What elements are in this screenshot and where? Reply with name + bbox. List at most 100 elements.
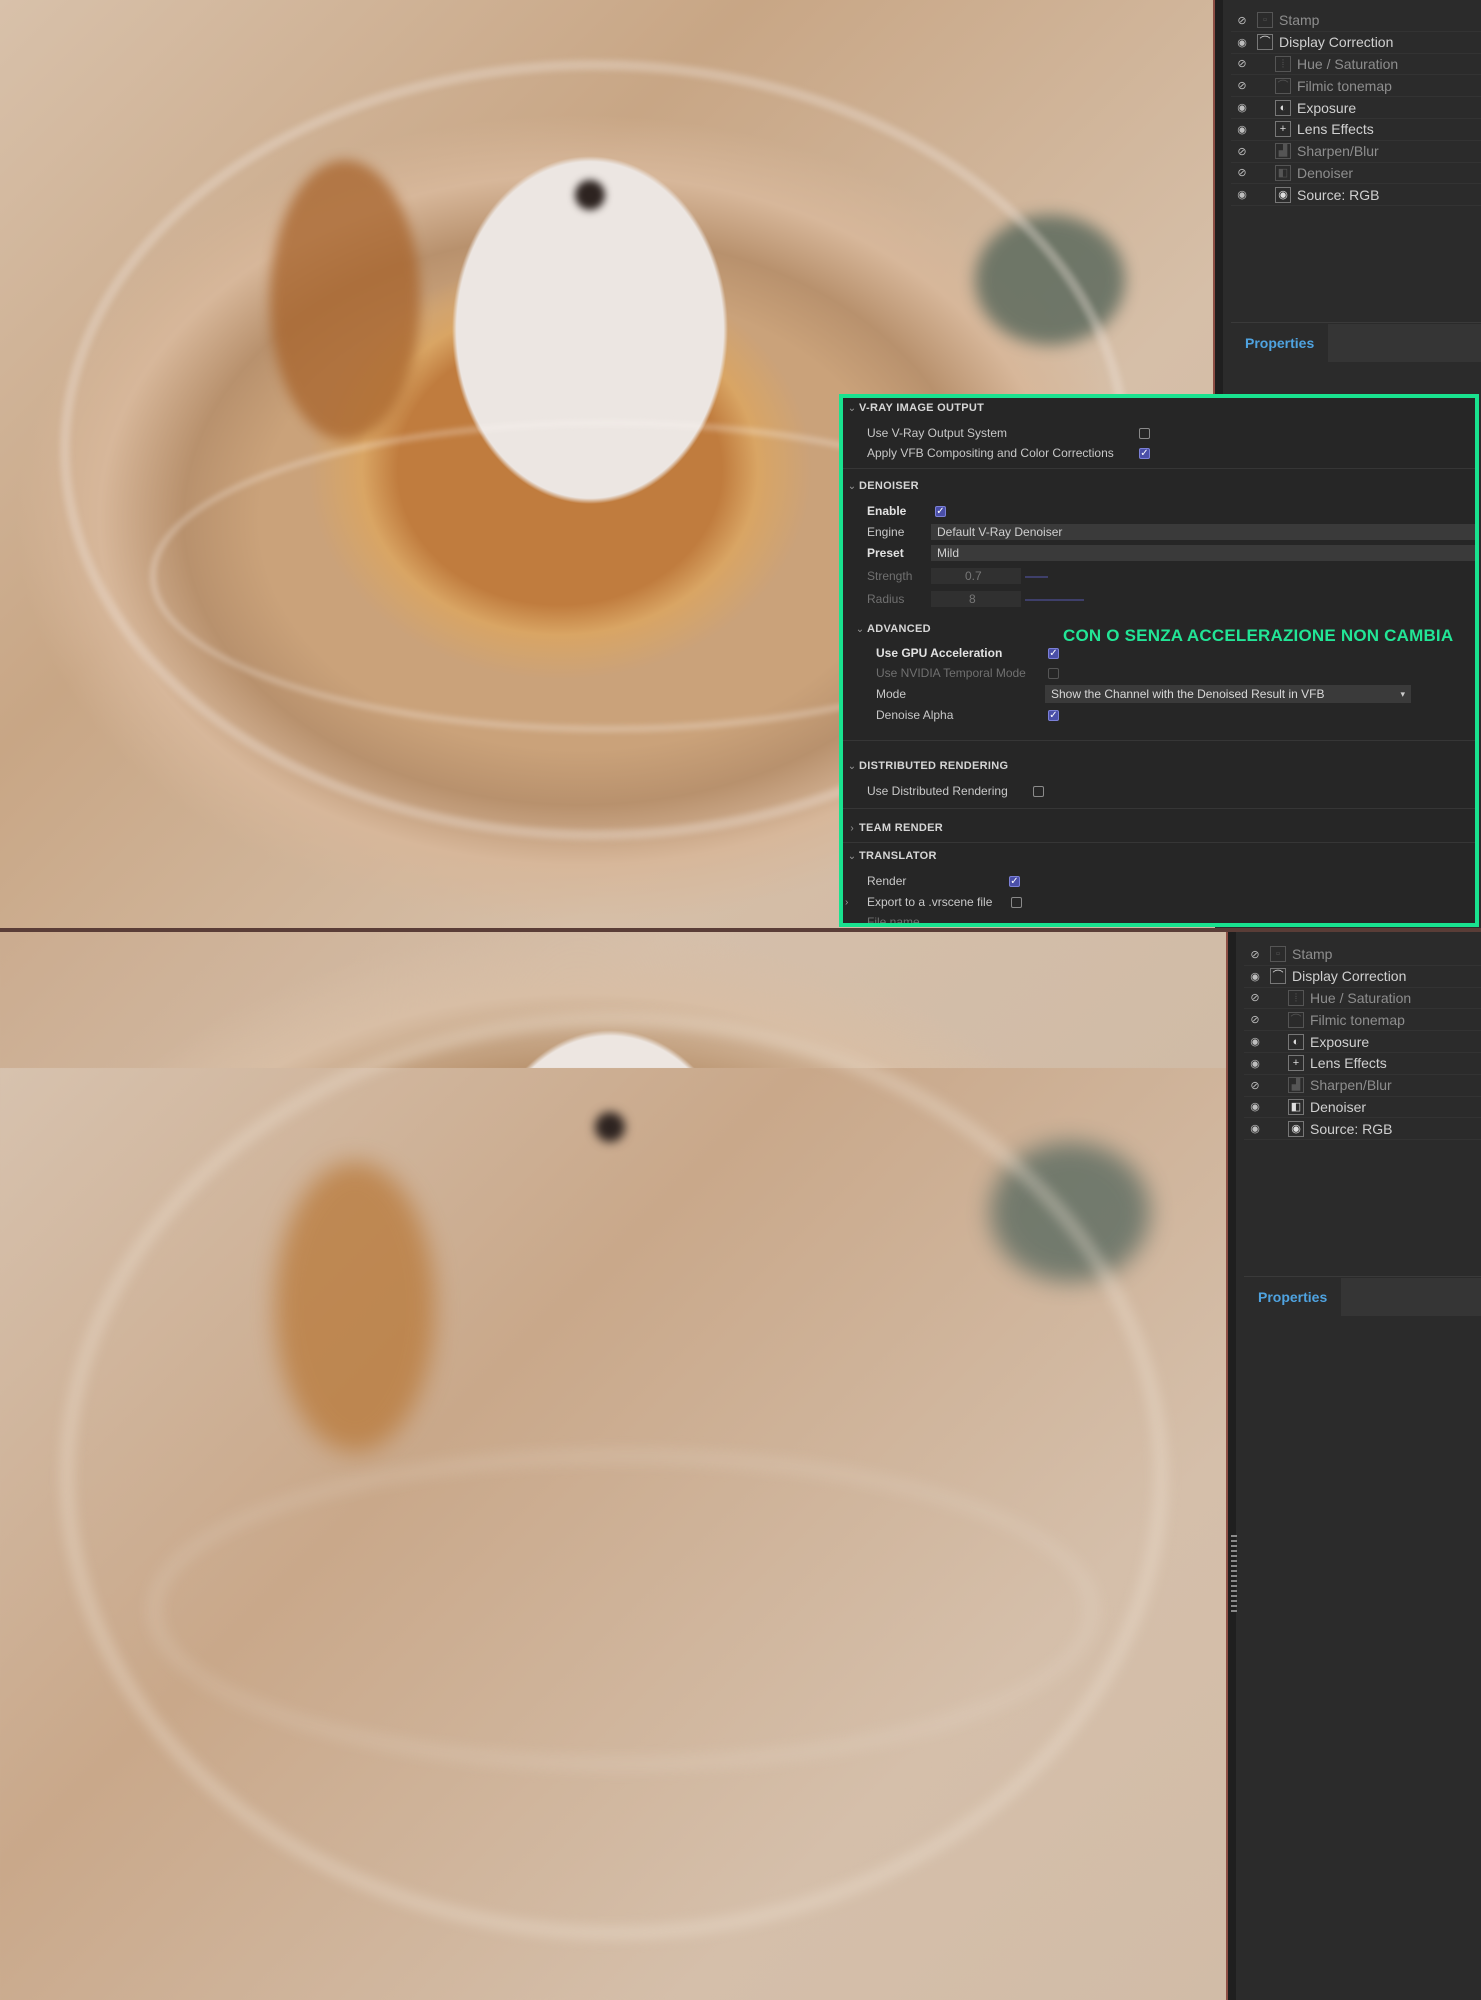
sharpen-icon: ▟ [1275, 143, 1291, 160]
panel-resize-grip[interactable] [1231, 1535, 1237, 1615]
eye-off-icon[interactable]: ⊘ [1231, 166, 1253, 179]
eye-off-icon[interactable]: ⊘ [1244, 1013, 1266, 1026]
eye-off-icon[interactable]: ⊘ [1244, 991, 1266, 1004]
row-use-distributed: Use Distributed Rendering [843, 781, 1475, 801]
layer-item[interactable]: ◉ ◧ Denoiser [1244, 1097, 1481, 1119]
layer-item[interactable]: ⊘ ▫ Stamp [1244, 944, 1481, 966]
mode-label: Mode [876, 687, 907, 701]
denoise-alpha-checkbox[interactable]: ✓ [1048, 709, 1059, 721]
eye-off-icon[interactable]: ⊘ [1244, 948, 1266, 961]
chevron-right-icon[interactable]: › [845, 897, 867, 908]
properties-tab[interactable]: Properties [1244, 1289, 1341, 1305]
eye-icon[interactable]: ◉ [1244, 1122, 1266, 1135]
curve-icon: ⌒ [1257, 34, 1273, 51]
layer-item[interactable]: ◉ ⌒ Display Correction [1231, 32, 1481, 54]
mode-dropdown[interactable]: Show the Channel with the Denoised Resul… [1045, 685, 1411, 703]
layer-item[interactable]: ⊘ ⦙ Hue / Saturation [1231, 54, 1481, 76]
divider [843, 842, 1475, 843]
chevron-down-icon: ⌄ [847, 850, 857, 862]
eye-icon[interactable]: ◉ [1244, 970, 1266, 983]
eye-off-icon[interactable]: ⊘ [1231, 145, 1253, 158]
layer-item[interactable]: ◉ ◉ Source: RGB [1231, 184, 1481, 207]
strength-field[interactable]: 0.7 [931, 568, 1021, 584]
plus-icon: + [1275, 121, 1291, 138]
bars-icon: ⦙ [1275, 55, 1291, 72]
enable-checkbox[interactable]: ✓ [935, 505, 946, 517]
gpu-acceleration-checkbox[interactable]: ✓ [1048, 647, 1059, 659]
layer-label: Denoiser [1297, 164, 1354, 181]
layer-label: Exposure [1297, 99, 1357, 116]
layer-item[interactable]: ◉ ◐ Exposure [1244, 1031, 1481, 1053]
denoiser-icon: ◧ [1288, 1098, 1304, 1115]
layer-label: Stamp [1279, 12, 1320, 29]
preset-label: Preset [867, 546, 904, 560]
plus-icon: + [1288, 1055, 1304, 1072]
exposure-icon: ◐ [1275, 99, 1291, 116]
use-distributed-checkbox[interactable] [1033, 785, 1044, 797]
mode-selected-value: Show the Channel with the Denoised Resul… [1051, 687, 1325, 701]
preset-field[interactable]: Mild [931, 545, 1475, 561]
row-denoiser-enable: Enable ✓ [843, 501, 1475, 521]
eye-icon[interactable]: ◉ [1231, 188, 1253, 201]
section-vray-image-output[interactable]: ⌄ V-RAY IMAGE OUTPUT [843, 398, 1475, 418]
section-title: DENOISER [859, 480, 919, 492]
section-title: ADVANCED [867, 623, 931, 635]
section-title: DISTRIBUTED RENDERING [859, 760, 1009, 772]
engine-field[interactable]: Default V-Ray Denoiser [931, 524, 1475, 540]
section-translator[interactable]: ⌄ TRANSLATOR [843, 846, 1475, 866]
row-file-name: File name [843, 912, 1475, 923]
layer-label: Sharpen/Blur [1310, 1077, 1392, 1094]
strength-slider[interactable] [1025, 576, 1048, 578]
eye-off-icon[interactable]: ⊘ [1244, 1079, 1266, 1092]
eye-off-icon[interactable]: ⊘ [1231, 14, 1253, 27]
layer-item[interactable]: ⊘ ▟ Sharpen/Blur [1244, 1075, 1481, 1097]
layer-label: Hue / Saturation [1297, 55, 1399, 72]
engine-label: Engine [867, 525, 905, 539]
section-distributed-rendering[interactable]: ⌄ DISTRIBUTED RENDERING [843, 756, 1475, 776]
section-denoiser[interactable]: ⌄ DENOISER [843, 476, 1475, 496]
layer-item[interactable]: ⊘ ▟ Sharpen/Blur [1231, 141, 1481, 163]
eye-icon[interactable]: ◉ [1231, 123, 1253, 136]
eye-icon[interactable]: ◉ [1231, 36, 1253, 49]
layer-item[interactable]: ⊘ ⌒ Filmic tonemap [1231, 75, 1481, 98]
eye-icon[interactable]: ◉ [1244, 1057, 1266, 1070]
strength-label: Strength [867, 569, 913, 583]
layer-item[interactable]: ◉ + Lens Effects [1244, 1053, 1481, 1075]
section-team-render[interactable]: › TEAM RENDER [843, 818, 1475, 838]
apply-vfb-checkbox[interactable]: ✓ [1139, 447, 1150, 459]
properties-bar-bottom: Properties [1244, 1276, 1481, 1317]
layer-label: Exposure [1310, 1033, 1370, 1050]
layer-item[interactable]: ◉ + Lens Effects [1231, 119, 1481, 141]
layer-label: Denoiser [1310, 1098, 1367, 1115]
use-output-system-label: Use V-Ray Output System [867, 426, 1008, 440]
layer-item[interactable]: ◉ ◉ Source: RGB [1244, 1118, 1481, 1141]
layer-item[interactable]: ⊘ ▫ Stamp [1231, 10, 1481, 32]
layer-item[interactable]: ◉ ◐ Exposure [1231, 97, 1481, 119]
chevron-down-icon: ⌄ [847, 402, 857, 414]
radius-label: Radius [867, 592, 905, 606]
eye-off-icon[interactable]: ⊘ [1231, 57, 1253, 70]
nvidia-temporal-checkbox[interactable] [1048, 667, 1059, 679]
layer-item[interactable]: ⊘ ◧ Denoiser [1231, 163, 1481, 185]
row-translator-render: Render ✓ [843, 871, 1475, 891]
translator-render-checkbox[interactable]: ✓ [1009, 875, 1020, 887]
eye-icon[interactable]: ◉ [1231, 101, 1253, 114]
radius-field[interactable]: 8 [931, 591, 1021, 607]
layer-item[interactable]: ◉ ⌒ Display Correction [1244, 966, 1481, 988]
row-export-vrscene[interactable]: › Export to a .vrscene file [843, 892, 1475, 912]
section-title: TRANSLATOR [859, 850, 937, 862]
properties-tab[interactable]: Properties [1231, 335, 1328, 351]
layer-item[interactable]: ⊘ ⌒ Filmic tonemap [1244, 1009, 1481, 1032]
eye-icon[interactable]: ◉ [1244, 1100, 1266, 1113]
eye-icon[interactable]: ◉ [1244, 1035, 1266, 1048]
layer-label: Lens Effects [1310, 1055, 1387, 1072]
curve-icon: ⌒ [1275, 77, 1291, 94]
layer-item[interactable]: ⊘ ⦙ Hue / Saturation [1244, 988, 1481, 1010]
chevron-down-icon: ⌄ [855, 623, 865, 635]
properties-tab-empty-area [1341, 1278, 1481, 1316]
eye-off-icon[interactable]: ⊘ [1231, 79, 1253, 92]
export-vrscene-checkbox[interactable] [1011, 896, 1022, 908]
nvidia-temporal-label: Use NVIDIA Temporal Mode [876, 666, 1026, 680]
use-output-system-checkbox[interactable] [1139, 427, 1150, 439]
radius-slider[interactable] [1025, 599, 1084, 601]
